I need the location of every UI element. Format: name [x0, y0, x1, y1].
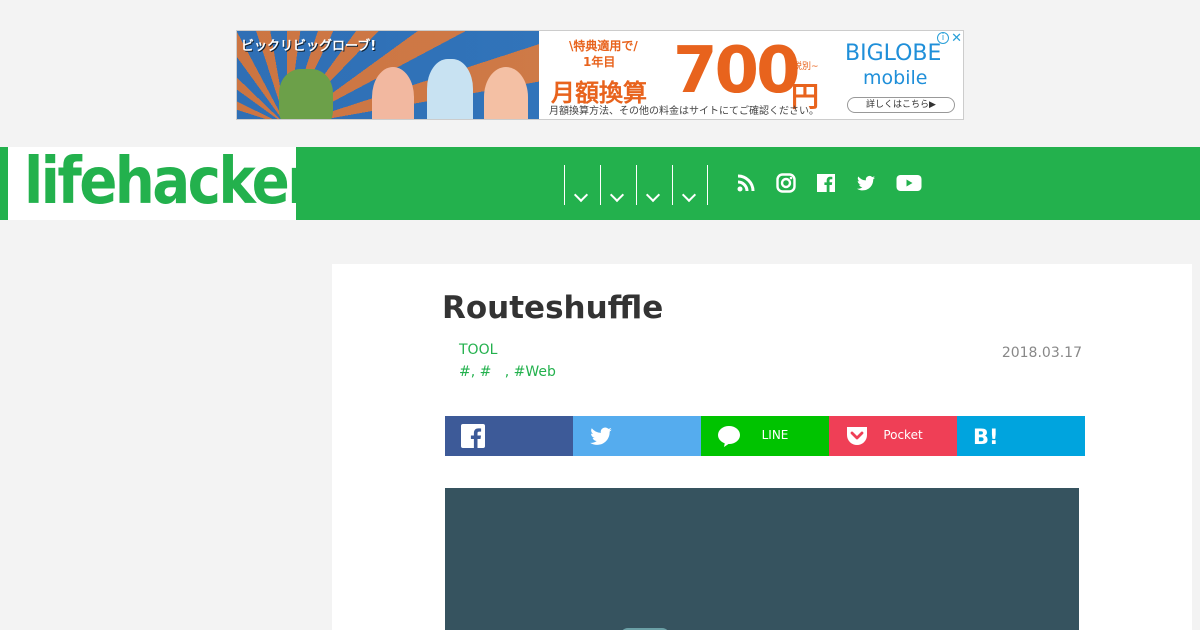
- ad-people-illustration: [372, 45, 537, 119]
- character-face: [279, 69, 333, 119]
- article-tags[interactable]: #, # , #Web: [459, 364, 556, 380]
- share-line-label: LINE: [761, 428, 789, 442]
- ad-disclaimer: 月額換算方法、その他の料金はサイトにてご確認ください。: [549, 106, 819, 117]
- share-pocket-button[interactable]: Pocket: [829, 416, 957, 456]
- social-links: [736, 173, 922, 193]
- instagram-icon[interactable]: [776, 173, 796, 193]
- twitter-icon[interactable]: [856, 173, 876, 193]
- share-bar: LINE Pocket B!: [445, 416, 1085, 456]
- ad-offer-line1: \特典適用で/: [569, 39, 638, 53]
- nav-dropdown-4[interactable]: [672, 165, 708, 205]
- ad-details-button[interactable]: 詳しくはこちら▶: [847, 97, 955, 113]
- article-card: Routeshuffle TOOL #, # , #Web 2018.03.17…: [332, 264, 1192, 630]
- nav-dropdown-2[interactable]: [600, 165, 636, 205]
- main-navbar: [296, 147, 1200, 220]
- site-logo[interactable]: lifehacker: [0, 145, 315, 220]
- facebook-icon[interactable]: [816, 173, 836, 193]
- nav-menu: [564, 165, 708, 205]
- close-icon[interactable]: ✕: [951, 31, 962, 46]
- chevron-down-icon: [573, 187, 589, 203]
- share-pocket-label: Pocket: [883, 428, 923, 442]
- ad-offer-line2: 1年目: [583, 55, 616, 69]
- facebook-icon: [461, 424, 485, 448]
- ad-price: 700: [673, 34, 801, 108]
- chevron-down-icon: [645, 187, 661, 203]
- chevron-down-icon: [681, 187, 697, 203]
- ad-banner[interactable]: ビックリビッグローブ! \特典適用で/ 1年目 月額換算 700 税別~ 円 月…: [236, 30, 964, 120]
- ad-tax-note: 税別~: [793, 62, 819, 72]
- share-line-button[interactable]: LINE: [701, 416, 829, 456]
- nav-dropdown-3[interactable]: [636, 165, 672, 205]
- logo-accent-bar: [0, 147, 8, 220]
- ad-image: ビックリビッグローブ!: [237, 31, 539, 119]
- ad-brand-logo: BIGLOBE: [845, 41, 942, 66]
- twitter-icon: [590, 427, 612, 445]
- youtube-icon[interactable]: [896, 173, 922, 193]
- chevron-down-icon: [609, 187, 625, 203]
- ad-offer: \特典適用で/ 1年目 月額換算 700 税別~ 円 月額換算方法、その他の料金…: [539, 31, 839, 119]
- ad-brand-panel: BIGLOBE mobile 詳しくはこちら▶ i ✕: [839, 31, 963, 119]
- info-icon[interactable]: i: [937, 32, 949, 44]
- share-hatena-button[interactable]: B!: [957, 416, 1085, 456]
- share-facebook-button[interactable]: [445, 416, 573, 456]
- article-title: Routeshuffle: [442, 290, 664, 326]
- article-date: 2018.03.17: [1001, 345, 1082, 361]
- ad-tagline: ビックリビッグローブ!: [241, 39, 377, 54]
- hatena-bookmark-icon: B!: [973, 425, 997, 448]
- article-category-link[interactable]: TOOL: [459, 342, 497, 358]
- article-hero-image: [445, 488, 1079, 630]
- share-twitter-button[interactable]: [573, 416, 701, 456]
- svg-text:B!: B!: [973, 425, 997, 448]
- ad-product-name: mobile: [863, 67, 928, 89]
- rss-icon[interactable]: [736, 173, 756, 193]
- nav-dropdown-1[interactable]: [564, 165, 600, 205]
- logo-text: lifehacker: [24, 145, 315, 219]
